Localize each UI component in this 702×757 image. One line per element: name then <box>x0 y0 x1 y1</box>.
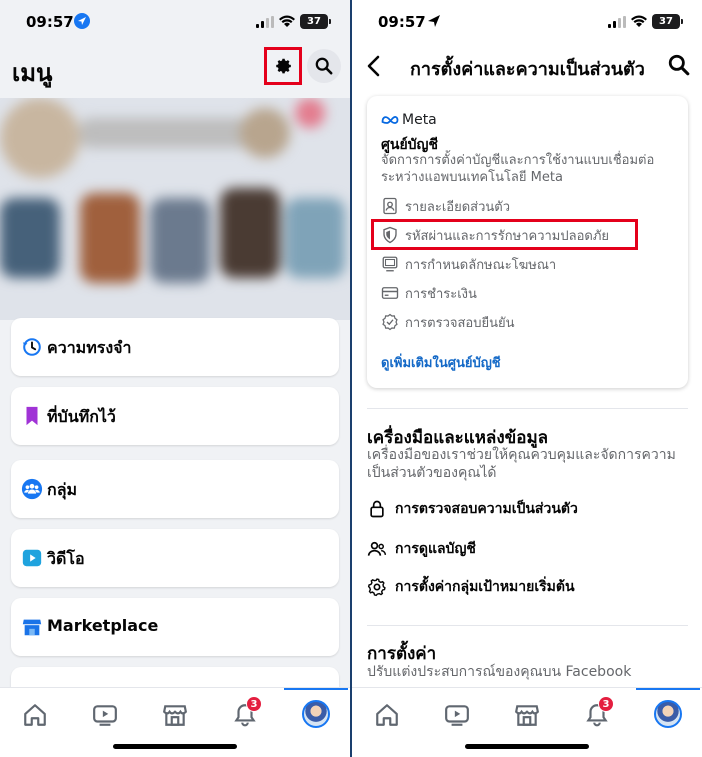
menu-item-label: กลุ่ม <box>47 480 78 499</box>
tools-section-description: เครื่องมือของเราช่วยให้คุณควบคุมและจัดกา… <box>367 447 676 481</box>
divider <box>367 408 688 409</box>
video-tab-icon[interactable] <box>92 702 118 728</box>
menu-item-saved[interactable]: ที่บันทึกไว้ <box>11 387 339 445</box>
active-tab-indicator <box>636 688 700 690</box>
see-more-accounts-center-link[interactable]: ดูเพิ่มเติมในศูนย์บัญชี <box>381 352 501 373</box>
video-icon <box>22 549 42 567</box>
page-title: เมนู <box>12 59 53 87</box>
gear-icon <box>276 58 291 74</box>
wifi-icon <box>279 15 295 27</box>
lock-icon <box>370 500 384 518</box>
location-arrow-icon <box>428 15 440 27</box>
payments-link[interactable]: การชำระเงิน <box>381 282 477 304</box>
status-bar: 09:57 37 <box>352 0 702 44</box>
video-tab-icon[interactable] <box>444 702 470 728</box>
back-arrow-icon[interactable] <box>364 54 384 78</box>
account-supervision-link[interactable]: การดูแลบัญชี <box>367 536 476 562</box>
id-card-icon <box>383 197 397 215</box>
tool-label: การตรวจสอบความเป็นส่วนตัว <box>395 501 578 517</box>
search-button[interactable] <box>307 49 341 83</box>
profile-menu-tab-avatar[interactable] <box>302 700 330 728</box>
menu-item-marketplace[interactable]: Marketplace <box>11 598 339 656</box>
status-time: 09:57 <box>26 13 74 31</box>
right-screen-settings: 09:57 37 การตั้งค่าและความเป็นส่วนตัว Me… <box>352 0 702 757</box>
menu-item-groups[interactable]: กลุ่ม <box>11 460 339 518</box>
active-tab-indicator <box>284 688 348 690</box>
location-arrow-icon <box>74 13 90 29</box>
notification-badge: 3 <box>598 696 614 712</box>
settings-section-description: ปรับแต่งประสบการณ์ของคุณบน Facebook <box>367 664 632 680</box>
accounts-center-description: จัดการการตั้งค่าบัญชีและการใช้งานแบบเชื่… <box>381 153 655 185</box>
menu-item-label: ความทรงจำ <box>47 338 132 357</box>
bottom-tab-bar: 3 <box>0 687 350 757</box>
menu-item-label: ที่บันทึกไว้ <box>47 407 116 426</box>
groups-icon <box>21 478 43 500</box>
settings-button[interactable] <box>264 47 302 85</box>
home-tab-icon[interactable] <box>374 702 400 728</box>
bottom-tab-bar: 3 <box>352 687 702 757</box>
menu-item-memories[interactable]: ความทรงจำ <box>11 318 339 376</box>
monitor-icon <box>382 256 398 272</box>
marketplace-tab-icon[interactable] <box>514 702 540 728</box>
bookmark-icon <box>26 406 38 426</box>
tool-label: การตั้งค่ากลุ่มเป้าหมายเริ่มต้น <box>395 579 575 595</box>
credit-card-icon <box>381 287 399 299</box>
notification-badge: 3 <box>246 696 262 712</box>
left-screen-menu: 09:57 37 เมนู ความทรงจำ ที่บันทึกไว้ กลุ… <box>0 0 350 757</box>
personal-details-link[interactable]: รายละเอียดส่วนตัว <box>381 195 510 217</box>
menu-item-label: วิดีโอ <box>47 549 85 568</box>
clock-history-icon <box>22 338 41 356</box>
marketplace-tab-icon[interactable] <box>162 702 188 728</box>
cellular-signal-icon <box>256 16 274 28</box>
meta-infinity-icon <box>381 116 399 124</box>
gear-icon <box>367 578 386 597</box>
home-indicator <box>465 744 589 749</box>
ad-preferences-link[interactable]: การกำหนดลักษณะโฆษณา <box>381 253 556 275</box>
divider <box>367 625 688 626</box>
marketplace-icon <box>22 619 42 636</box>
menu-item-label: การกำหนดลักษณะโฆษณา <box>405 257 557 273</box>
highlight-box <box>371 219 638 250</box>
home-indicator <box>113 744 237 749</box>
search-icon <box>315 57 333 75</box>
status-time: 09:57 <box>378 13 426 31</box>
blurred-profile-stories <box>0 98 350 320</box>
privacy-checkup-link[interactable]: การตรวจสอบความเป็นส่วนตัว <box>367 496 578 522</box>
profile-menu-tab-avatar[interactable] <box>654 700 682 728</box>
default-audience-settings-link[interactable]: การตั้งค่ากลุ่มเป้าหมายเริ่มต้น <box>367 574 575 600</box>
meta-logo-text: Meta <box>402 112 437 128</box>
search-icon[interactable] <box>668 54 690 76</box>
wifi-icon <box>631 15 647 27</box>
people-icon <box>367 541 387 556</box>
notifications-tab[interactable]: 3 <box>584 696 614 728</box>
battery-indicator: 37 <box>300 14 331 29</box>
menu-item-label: การชำระเงิน <box>405 286 477 302</box>
menu-item-label: Marketplace <box>47 616 159 635</box>
menu-item-video[interactable]: วิดีโอ <box>11 529 339 587</box>
verification-link[interactable]: การตรวจสอบยืนยัน <box>381 311 515 333</box>
home-tab-icon[interactable] <box>22 702 48 728</box>
cellular-signal-icon <box>608 16 626 28</box>
menu-item-label: การตรวจสอบยืนยัน <box>405 315 515 331</box>
verified-badge-icon <box>382 313 398 331</box>
tool-label: การดูแลบัญชี <box>395 541 476 557</box>
status-bar: 09:57 37 <box>0 0 350 44</box>
page-title: การตั้งค่าและความเป็นส่วนตัว <box>410 59 645 80</box>
menu-item-label: รายละเอียดส่วนตัว <box>405 199 511 215</box>
meta-logo: Meta <box>381 112 437 128</box>
notifications-tab[interactable]: 3 <box>232 696 262 728</box>
battery-indicator: 37 <box>652 14 683 29</box>
